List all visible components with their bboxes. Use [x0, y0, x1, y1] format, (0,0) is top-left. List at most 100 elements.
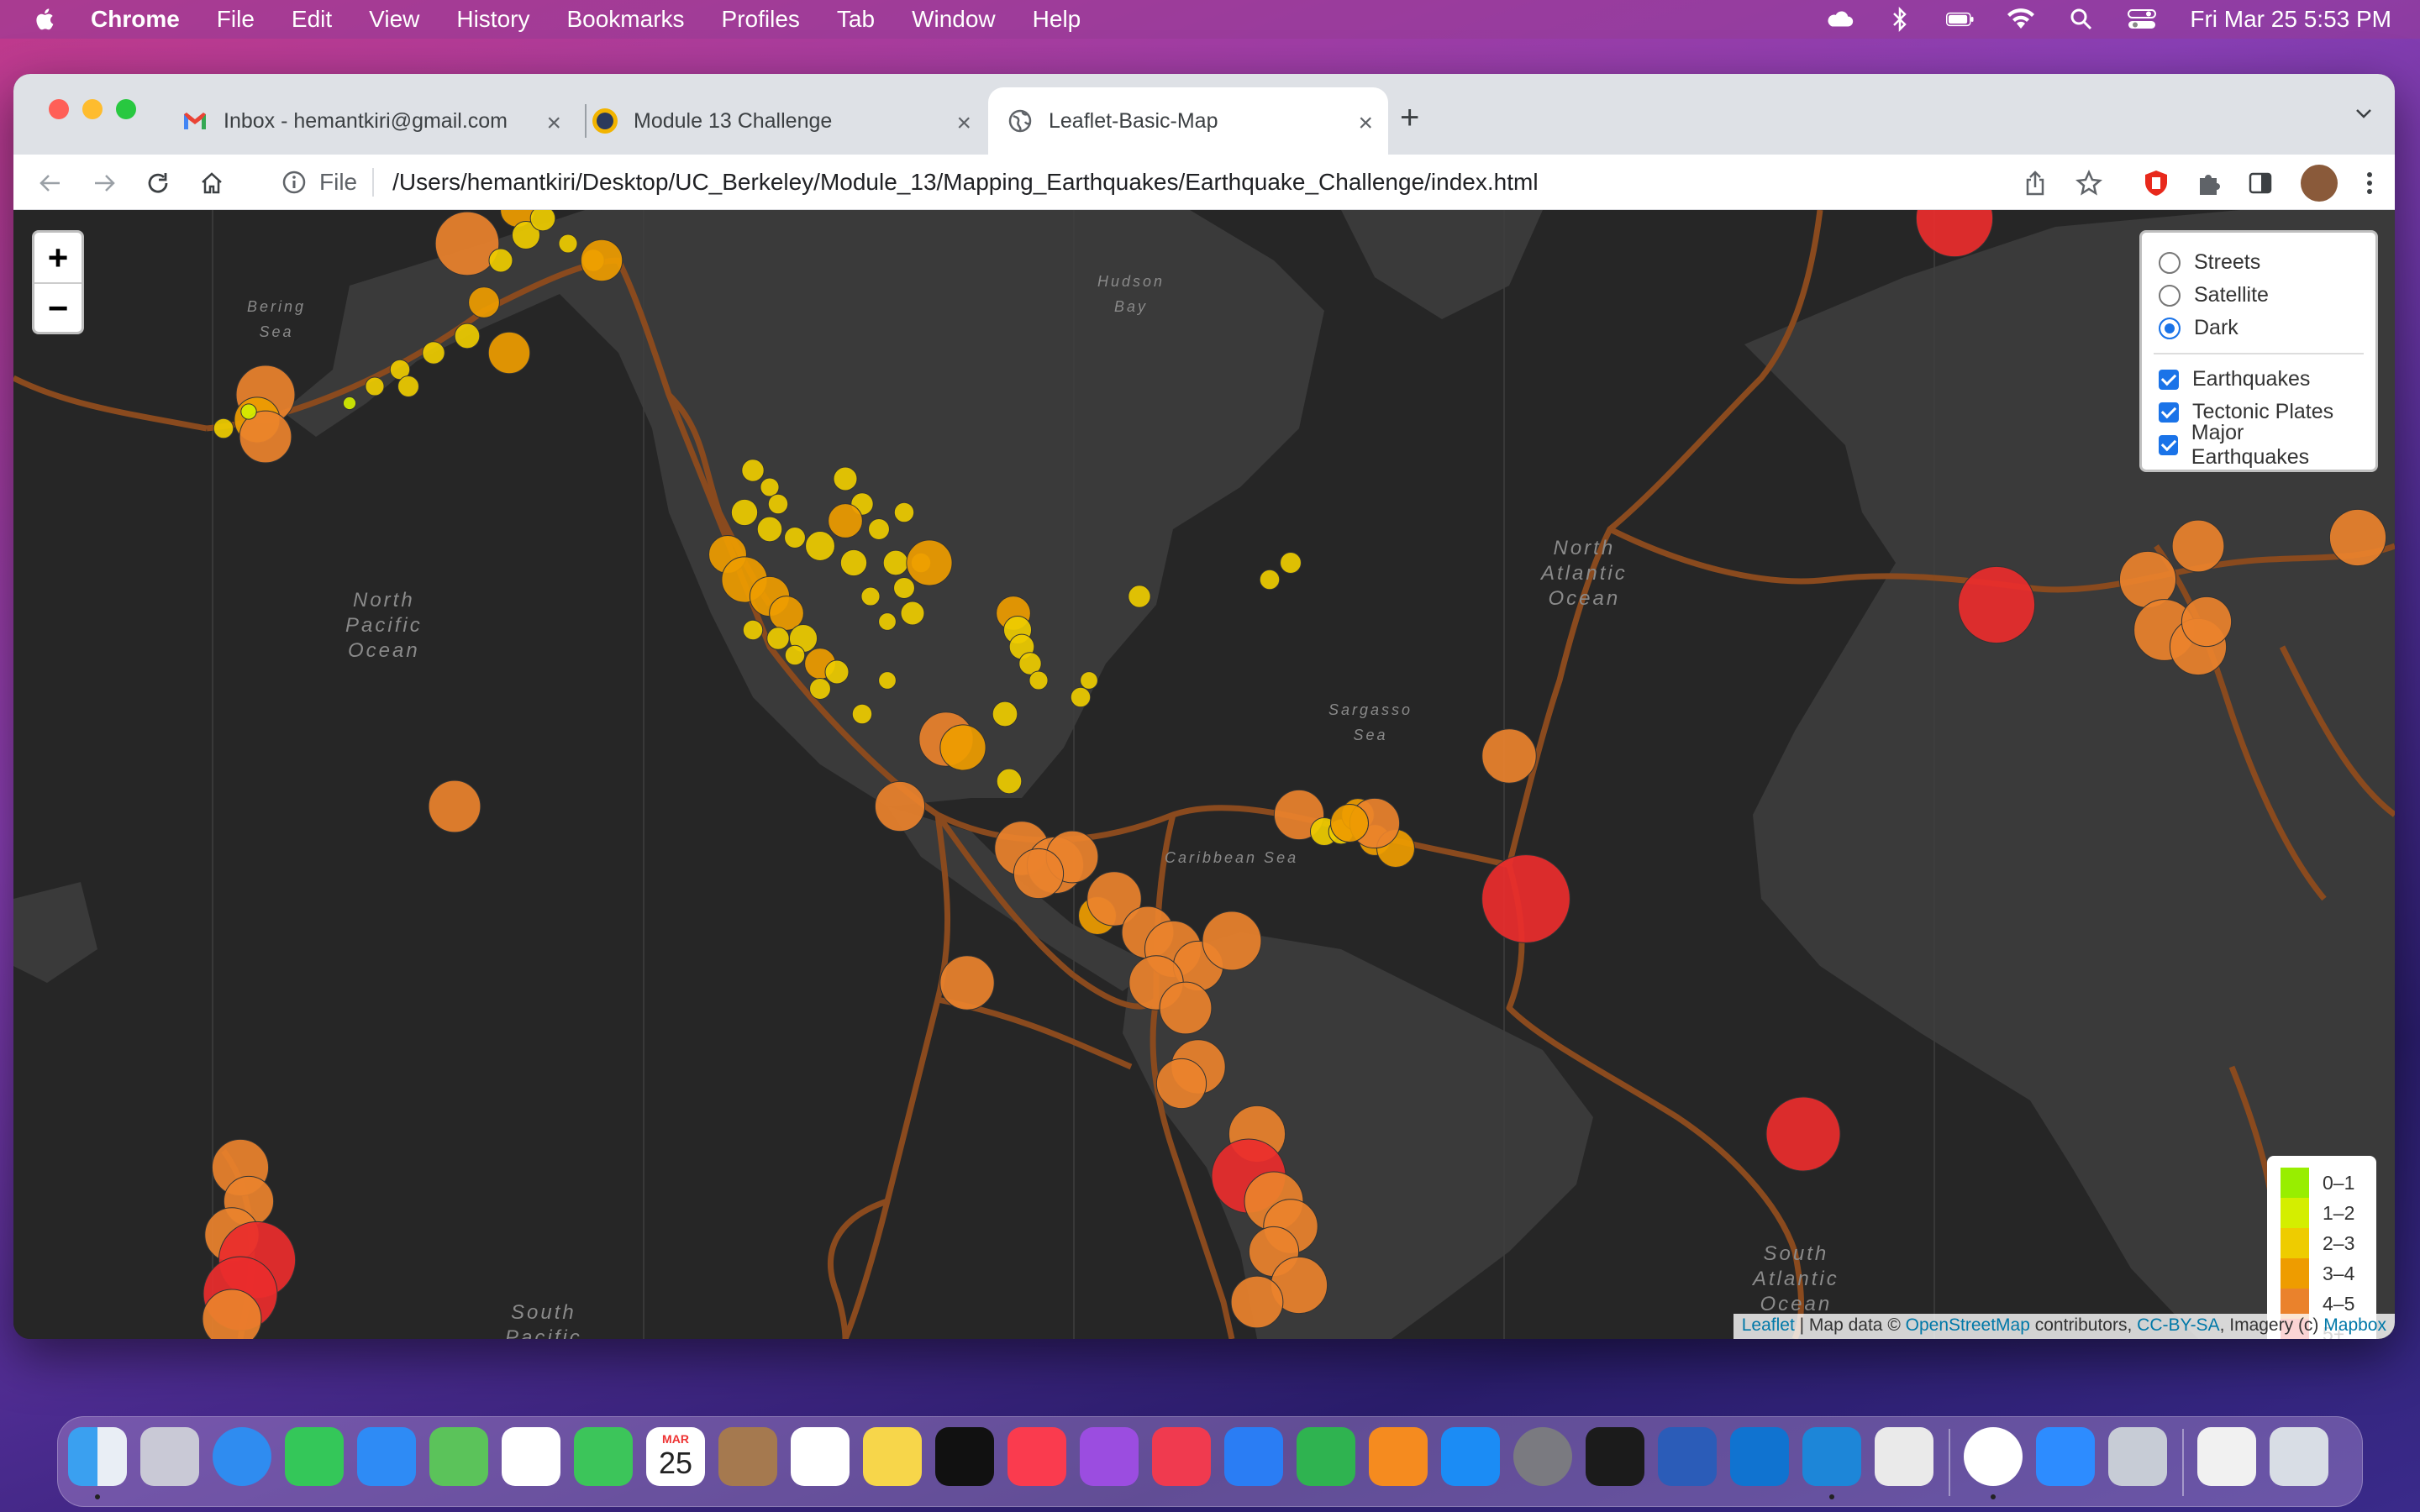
- menubar-clock[interactable]: Fri Mar 25 5:53 PM: [2190, 6, 2391, 33]
- earthquake-marker[interactable]: [906, 539, 953, 586]
- close-window-button[interactable]: [49, 99, 69, 119]
- side-panel-icon[interactable]: [2245, 168, 2275, 198]
- tab-inbox[interactable]: Inbox - hemantkiri@gmail.com ×: [182, 87, 576, 155]
- earthquake-marker[interactable]: [939, 724, 986, 771]
- finder-icon[interactable]: [68, 1427, 127, 1486]
- earthquake-marker[interactable]: [784, 644, 806, 666]
- earthquake-marker[interactable]: [809, 678, 831, 700]
- menu-help[interactable]: Help: [1033, 6, 1081, 33]
- earthquake-marker[interactable]: [1155, 1058, 1207, 1110]
- spotlight-search-icon[interactable]: [2067, 8, 2096, 30]
- leaflet-link[interactable]: Leaflet: [1742, 1315, 1795, 1335]
- safari-icon[interactable]: [213, 1427, 271, 1486]
- reminders-icon[interactable]: [791, 1427, 850, 1486]
- earthquake-marker[interactable]: [213, 417, 234, 439]
- minimize-window-button[interactable]: [82, 99, 103, 119]
- cloud-icon[interactable]: [1825, 9, 1854, 29]
- earthquake-marker[interactable]: [558, 234, 578, 254]
- earthquake-marker[interactable]: [992, 701, 1018, 727]
- notes-icon[interactable]: [863, 1427, 922, 1486]
- earthquake-marker[interactable]: [893, 501, 915, 523]
- textedit-icon[interactable]: [1875, 1427, 1933, 1486]
- close-icon[interactable]: ×: [1358, 109, 1373, 138]
- info-icon[interactable]: [282, 171, 306, 194]
- address-bar[interactable]: File /Users/hemantkiri/Desktop/UC_Berkel…: [257, 160, 2005, 205]
- photos-icon[interactable]: [502, 1427, 560, 1486]
- system-preferences-icon[interactable]: [1513, 1427, 1572, 1486]
- music-icon[interactable]: [1007, 1427, 1066, 1486]
- earthquake-marker[interactable]: [487, 331, 531, 375]
- zoom-in-button[interactable]: +: [34, 233, 82, 282]
- earthquake-marker[interactable]: [454, 323, 481, 349]
- checkbox-checked[interactable]: [2159, 402, 2179, 423]
- battery-icon[interactable]: [1946, 9, 1975, 29]
- earthquake-marker[interactable]: [996, 768, 1023, 795]
- earthquake-marker[interactable]: [1202, 911, 1262, 971]
- earthquake-marker[interactable]: [1481, 728, 1537, 784]
- tab-module-13[interactable]: Module 13 Challenge ×: [592, 87, 986, 155]
- earthquake-marker[interactable]: [2181, 596, 2233, 648]
- earthquake-marker[interactable]: [730, 498, 759, 527]
- base-layer-satellite[interactable]: Satellite: [2159, 279, 2359, 312]
- menu-tab[interactable]: Tab: [837, 6, 875, 33]
- bluetooth-icon[interactable]: [1886, 7, 1914, 32]
- pages-icon[interactable]: [1369, 1427, 1428, 1486]
- bookmark-star-icon[interactable]: [2074, 168, 2104, 198]
- new-tab-button[interactable]: +: [1400, 99, 1419, 137]
- earthquake-marker[interactable]: [1070, 686, 1092, 708]
- more-menu-icon[interactable]: [2354, 168, 2385, 198]
- earthquake-marker[interactable]: [1957, 565, 2036, 644]
- earthquake-marker[interactable]: [860, 586, 881, 606]
- mapbox-link[interactable]: Mapbox: [2323, 1315, 2386, 1335]
- earthquake-marker[interactable]: [1481, 854, 1570, 943]
- earthquake-marker[interactable]: [939, 955, 995, 1011]
- earthquake-marker[interactable]: [839, 549, 868, 577]
- puzzle-extensions-icon[interactable]: [2193, 168, 2223, 198]
- earthquake-marker[interactable]: [342, 396, 357, 411]
- earthquake-marker[interactable]: [1765, 1096, 1841, 1172]
- earthquake-marker[interactable]: [760, 477, 780, 497]
- earthquake-marker[interactable]: [422, 341, 445, 365]
- messages-icon[interactable]: [285, 1427, 344, 1486]
- keynote-icon[interactable]: [1224, 1427, 1283, 1486]
- earthquake-marker[interactable]: [828, 503, 863, 538]
- menu-window[interactable]: Window: [912, 6, 996, 33]
- earthquake-marker[interactable]: [868, 518, 890, 540]
- radio-button-selected[interactable]: [2159, 317, 2181, 339]
- share-icon[interactable]: [2020, 168, 2050, 198]
- extension-shield-icon[interactable]: [2141, 168, 2171, 198]
- earthquake-marker[interactable]: [434, 211, 500, 276]
- overlay-major-earthquakes[interactable]: Major Earthquakes: [2159, 421, 2359, 469]
- earthquake-marker[interactable]: [1028, 670, 1049, 690]
- preview-icon[interactable]: [2108, 1427, 2167, 1486]
- checkbox-checked[interactable]: [2159, 369, 2179, 390]
- zoom-out-button[interactable]: −: [34, 282, 82, 332]
- earthquake-marker[interactable]: [2171, 519, 2225, 573]
- maps-icon[interactable]: [429, 1427, 488, 1486]
- url-text[interactable]: /Users/hemantkiri/Desktop/UC_Berkeley/Mo…: [392, 169, 1538, 196]
- earthquake-marker[interactable]: [893, 577, 915, 599]
- menu-file[interactable]: File: [217, 6, 255, 33]
- overlay-earthquakes[interactable]: Earthquakes: [2159, 363, 2359, 396]
- tab-leaflet-basic-map[interactable]: Leaflet-Basic-Map ×: [988, 87, 1388, 155]
- earthquake-marker[interactable]: [824, 659, 850, 685]
- podcasts-icon[interactable]: [1080, 1427, 1139, 1486]
- earthquake-marker[interactable]: [756, 516, 783, 543]
- forward-button[interactable]: [86, 165, 123, 202]
- wifi-icon[interactable]: [2007, 8, 2035, 29]
- reload-button[interactable]: [139, 165, 176, 202]
- document-icon[interactable]: [2197, 1427, 2256, 1486]
- earthquake-marker[interactable]: [833, 466, 858, 491]
- outlook-icon[interactable]: [1730, 1427, 1789, 1486]
- earthquake-marker[interactable]: [428, 780, 481, 833]
- base-layer-streets[interactable]: Streets: [2159, 246, 2359, 279]
- checkbox-checked[interactable]: [2159, 434, 2178, 455]
- earthquake-marker[interactable]: [1280, 552, 1302, 574]
- earthquake-marker[interactable]: [580, 239, 623, 282]
- back-button[interactable]: [32, 165, 69, 202]
- earthquake-marker[interactable]: [741, 459, 765, 482]
- menu-profiles[interactable]: Profiles: [722, 6, 800, 33]
- earthquake-marker[interactable]: [2328, 508, 2387, 567]
- radio-button[interactable]: [2159, 251, 2181, 274]
- earthquake-marker[interactable]: [900, 601, 925, 626]
